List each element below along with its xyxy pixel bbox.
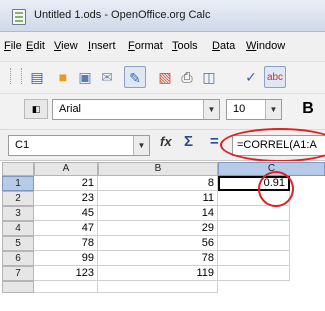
cell-c4[interactable] <box>218 221 290 236</box>
cell-b7[interactable]: 119 <box>98 266 218 281</box>
edit-file-icon[interactable]: ✎ <box>124 66 146 88</box>
cell-a8-partial[interactable] <box>34 281 98 293</box>
cell-c3[interactable] <box>218 206 290 221</box>
cell-a2[interactable]: 23 <box>34 191 98 206</box>
cell-c5[interactable] <box>218 236 290 251</box>
save-icon[interactable]: ▣ <box>74 66 96 88</box>
styles-icon[interactable]: ◧ <box>24 99 48 119</box>
font-size-value: 10 <box>233 103 246 115</box>
window-title: Untitled 1.ods - OpenOffice.org Calc <box>34 9 211 21</box>
function-icon[interactable]: = <box>210 133 219 150</box>
font-name-select[interactable]: Arial ▼ <box>52 99 220 120</box>
print-icon[interactable]: ⎙ <box>176 66 198 88</box>
spellcheck-icon[interactable]: ✓ <box>240 66 262 88</box>
cell-b5[interactable]: 56 <box>98 236 218 251</box>
cell-c6[interactable] <box>218 251 290 266</box>
cell-b8-partial[interactable] <box>98 281 218 293</box>
cell-b1[interactable]: 8 <box>98 176 218 191</box>
menu-window[interactable]: Window <box>246 40 285 52</box>
row-header[interactable]: 3 <box>2 206 34 221</box>
result-highlight-circle <box>258 171 294 207</box>
column-header-a[interactable]: A <box>34 162 98 176</box>
cell-c7[interactable] <box>218 266 290 281</box>
menu-view[interactable]: View <box>54 40 78 52</box>
sum-icon[interactable]: Σ <box>184 133 193 150</box>
menu-insert[interactable]: Insert <box>88 40 116 52</box>
chevron-down-icon[interactable]: ▼ <box>203 100 219 119</box>
row-header[interactable]: 1 <box>2 176 34 191</box>
cell-a4[interactable]: 47 <box>34 221 98 236</box>
row-header[interactable]: 6 <box>2 251 34 266</box>
chevron-down-icon[interactable]: ▼ <box>133 136 149 155</box>
menu-tools[interactable]: Tools <box>172 40 198 52</box>
cell-b6[interactable]: 78 <box>98 251 218 266</box>
font-size-select[interactable]: 10 ▼ <box>226 99 282 120</box>
row-header-partial[interactable] <box>2 281 34 293</box>
row-header[interactable]: 5 <box>2 236 34 251</box>
cell-a5[interactable]: 78 <box>34 236 98 251</box>
function-wizard-icon[interactable]: fx <box>160 134 172 149</box>
toolbar-grip-handle[interactable] <box>10 68 22 84</box>
menu-format[interactable]: Format <box>128 40 163 52</box>
cell-b3[interactable]: 14 <box>98 206 218 221</box>
export-pdf-icon[interactable]: ▧ <box>154 66 176 88</box>
email-icon[interactable]: ✉ <box>96 66 118 88</box>
new-document-icon[interactable]: ▤ <box>26 66 48 88</box>
menu-edit[interactable]: Edit <box>26 40 45 52</box>
menu-file[interactable]: File <box>4 40 22 52</box>
name-box[interactable]: C1 ▼ <box>8 135 150 156</box>
cell-a1[interactable]: 21 <box>34 176 98 191</box>
chevron-down-icon[interactable]: ▼ <box>265 100 281 119</box>
calc-app-icon <box>12 9 26 25</box>
page-preview-icon[interactable]: ◫ <box>198 66 220 88</box>
cell-reference: C1 <box>15 139 30 151</box>
column-header-b[interactable]: B <box>98 162 218 176</box>
cell-a7[interactable]: 123 <box>34 266 98 281</box>
row-header[interactable]: 2 <box>2 191 34 206</box>
cell-b4[interactable]: 29 <box>98 221 218 236</box>
autospellcheck-icon[interactable]: abc <box>264 66 286 88</box>
open-folder-icon[interactable]: ■ <box>52 66 74 88</box>
select-all-corner[interactable] <box>2 162 34 176</box>
row-header[interactable]: 4 <box>2 221 34 236</box>
bold-button[interactable]: B <box>296 97 320 121</box>
cell-a6[interactable]: 99 <box>34 251 98 266</box>
row-header[interactable]: 7 <box>2 266 34 281</box>
font-name-value: Arial <box>59 103 82 115</box>
menu-data[interactable]: Data <box>212 40 235 52</box>
cell-a3[interactable]: 45 <box>34 206 98 221</box>
cell-b2[interactable]: 11 <box>98 191 218 206</box>
